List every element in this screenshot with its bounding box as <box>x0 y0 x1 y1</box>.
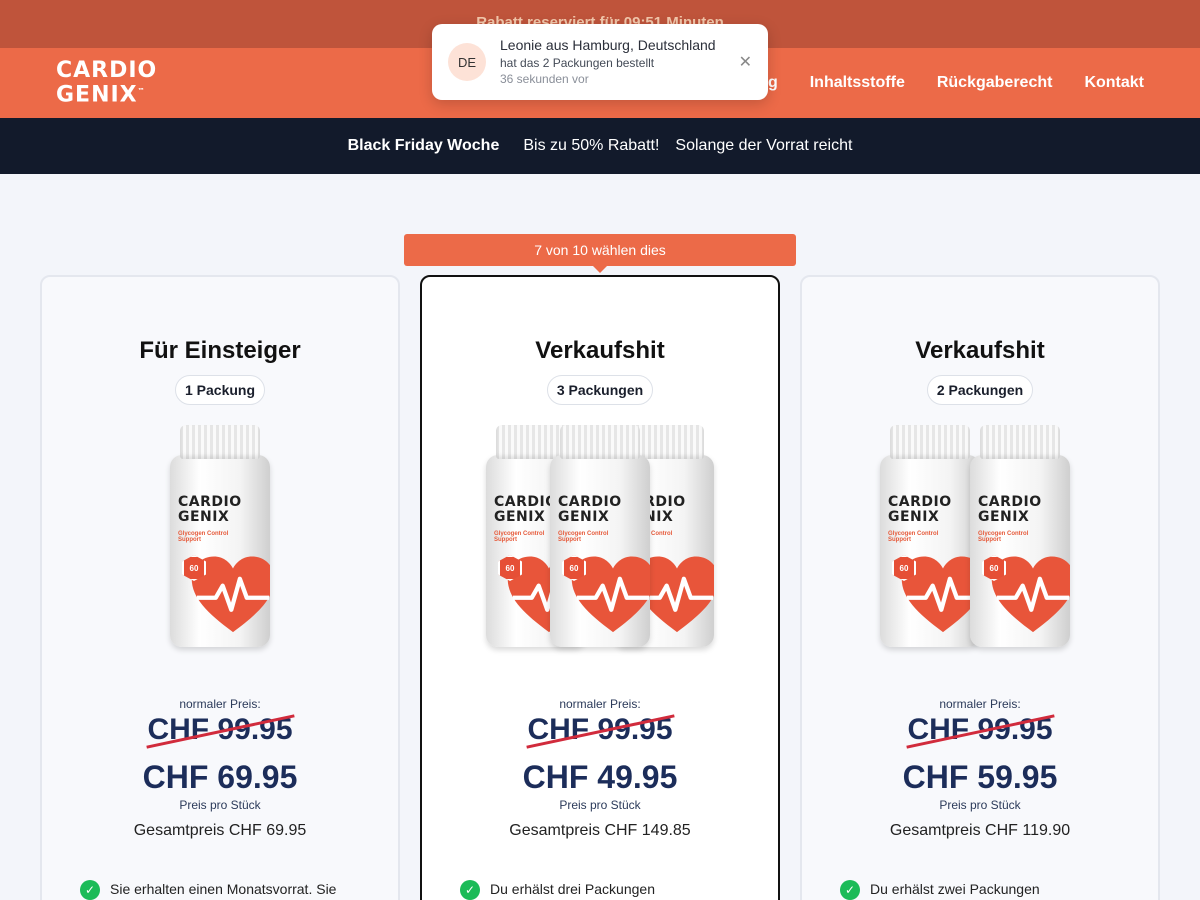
black-friday-bar: Black Friday Woche Bis zu 50% Rabatt! So… <box>0 118 1200 174</box>
bottle-brand: CARDIOGENIX <box>178 494 242 525</box>
notification-time: 36 sekunden vor <box>500 72 589 87</box>
feature-item: ✓ Du erhälst drei Packungen <box>460 880 740 900</box>
old-price: CHF 99.95 <box>907 713 1053 746</box>
bottle: CARDIOGENIXGlycogen ControlSupport60 <box>170 425 274 649</box>
bottle: CARDIOGENIXGlycogen ControlSupport60 <box>550 425 654 649</box>
feature-list: ✓Du erhälst drei Packungen ✓ <box>460 880 778 900</box>
normal-price-label: normaler Preis: <box>179 697 261 711</box>
unit-price: CHF 49.95 <box>522 759 678 795</box>
bottle-body: CARDIOGENIXGlycogen ControlSupport60 <box>170 455 270 647</box>
bottle-subtitle: Glycogen ControlSupport <box>978 531 1029 543</box>
offer-card-2[interactable]: Verkaufshit 3 Packungen CARDIO GENIX Glyco… <box>420 275 780 900</box>
main-nav: Wirkung Inhaltsstoffe Rückgaberecht Kont… <box>714 74 1144 92</box>
feature-item: ✓ Du erhälst zwei Packungen <box>840 880 1120 900</box>
bottle-cap <box>180 425 260 459</box>
offer-card-3[interactable]: Verkaufshit 2 Packungen CARDIO GENIX Glyco… <box>800 275 1160 900</box>
bottle-brand: CARDIOGENIX <box>888 494 952 525</box>
logo-line1: CARDIO <box>56 57 158 83</box>
bottle: CARDIOGENIXGlycogen ControlSupport60 <box>970 425 1074 649</box>
offer-card-1[interactable]: Für Einsteiger 1 Packung CARDIO GENIX Glyc… <box>40 275 400 900</box>
bf-stock: Solange der Vorrat reicht <box>675 137 853 154</box>
unit-price: CHF 69.95 <box>142 759 298 795</box>
nav-item-rueckgaberecht[interactable]: Rückgaberecht <box>937 74 1053 92</box>
normal-price-label: normaler Preis: <box>559 697 641 711</box>
bottle-subtitle: Glycogen ControlSupport <box>494 531 545 543</box>
nav-item-inhaltsstoffe[interactable]: Inhaltsstoffe <box>810 74 905 92</box>
per-unit-label: Preis pro Stück <box>559 798 641 812</box>
popular-choice-banner: 7 von 10 wählen dies <box>404 234 796 273</box>
close-icon[interactable]: ✕ <box>739 52 752 72</box>
bottle-brand: CARDIOGENIX <box>978 494 1042 525</box>
bottle-subtitle: Glycogen ControlSupport <box>888 531 939 543</box>
bottle-cap <box>980 425 1060 459</box>
per-unit-label: Preis pro Stück <box>939 798 1021 812</box>
feature-item: ✓Sie erhalten einen Monatsvorrat. Sie we… <box>80 880 360 900</box>
bottle-brand: CARDIOGENIX <box>494 494 558 525</box>
nav-item-kontakt[interactable]: Kontakt <box>1084 74 1144 92</box>
notification-order: hat das 2 Packungen bestellt <box>500 56 655 71</box>
feature-list: ✓Du erhälst zwei Packungen ✓ <box>840 880 1158 900</box>
bf-discount: Bis zu 50% Rabatt! <box>523 137 660 154</box>
normal-price-label: normaler Preis: <box>939 697 1021 711</box>
old-price: CHF 99.95 <box>147 713 293 746</box>
check-icon: ✓ <box>80 880 100 900</box>
feature-list: ✓Sie erhalten einen Monatsvorrat. Sie we… <box>80 880 398 900</box>
logo-line2: GENIX <box>56 82 138 108</box>
check-icon: ✓ <box>840 880 860 900</box>
bottle: CARDIOGENIXGlycogen ControlSupport60 <box>880 425 984 649</box>
bottle-subtitle: Glycogen ControlSupport <box>178 531 229 543</box>
pack-badge: 3 Packungen <box>546 375 654 405</box>
bottle-brand: CARDIOGENIX <box>558 494 622 525</box>
bf-title: Black Friday Woche <box>347 137 500 154</box>
country-badge: DE <box>448 43 486 81</box>
logo[interactable]: CARDIO GENIX™ <box>56 57 158 108</box>
total-price: Gesamtpreis CHF 149.85 <box>509 822 691 839</box>
total-price: Gesamtpreis CHF 69.95 <box>133 822 307 839</box>
product-image: CARDIO GENIX Glycogen Control Support 60 CAR… <box>422 425 778 661</box>
check-icon: ✓ <box>460 880 480 900</box>
card-title: Verkaufshit <box>535 337 665 364</box>
pack-badge: 1 Packung <box>174 375 266 405</box>
old-price: CHF 99.95 <box>527 713 673 746</box>
per-unit-label: Preis pro Stück <box>179 798 261 812</box>
pack-badge: 2 Packungen <box>926 375 1034 405</box>
card-title: Für Einsteiger <box>139 337 301 364</box>
total-price: Gesamtpreis CHF 119.90 <box>889 822 1071 839</box>
notification-buyer: Leonie aus Hamburg, Deutschland <box>500 37 716 54</box>
logo-tm: ™ <box>137 86 146 95</box>
bottle-cap <box>890 425 970 459</box>
bottle-subtitle: Glycogen ControlSupport <box>558 531 609 543</box>
bottle-body: CARDIOGENIXGlycogen ControlSupport60 <box>550 455 650 647</box>
product-image: CARDIO GENIX Glycogen Control Support 60 CAR… <box>802 425 1158 661</box>
bottle-body: CARDIOGENIXGlycogen ControlSupport60 <box>880 455 980 647</box>
purchase-notification: DE Leonie aus Hamburg, Deutschland hat d… <box>432 24 768 100</box>
bottle-cap <box>560 425 640 459</box>
card-title: Verkaufshit <box>915 337 1045 364</box>
unit-price: CHF 59.95 <box>902 759 1058 795</box>
bottle-body: CARDIOGENIXGlycogen ControlSupport60 <box>970 455 1070 647</box>
product-image: CARDIO GENIX Glycogen Control Support 60 <box>42 425 398 661</box>
